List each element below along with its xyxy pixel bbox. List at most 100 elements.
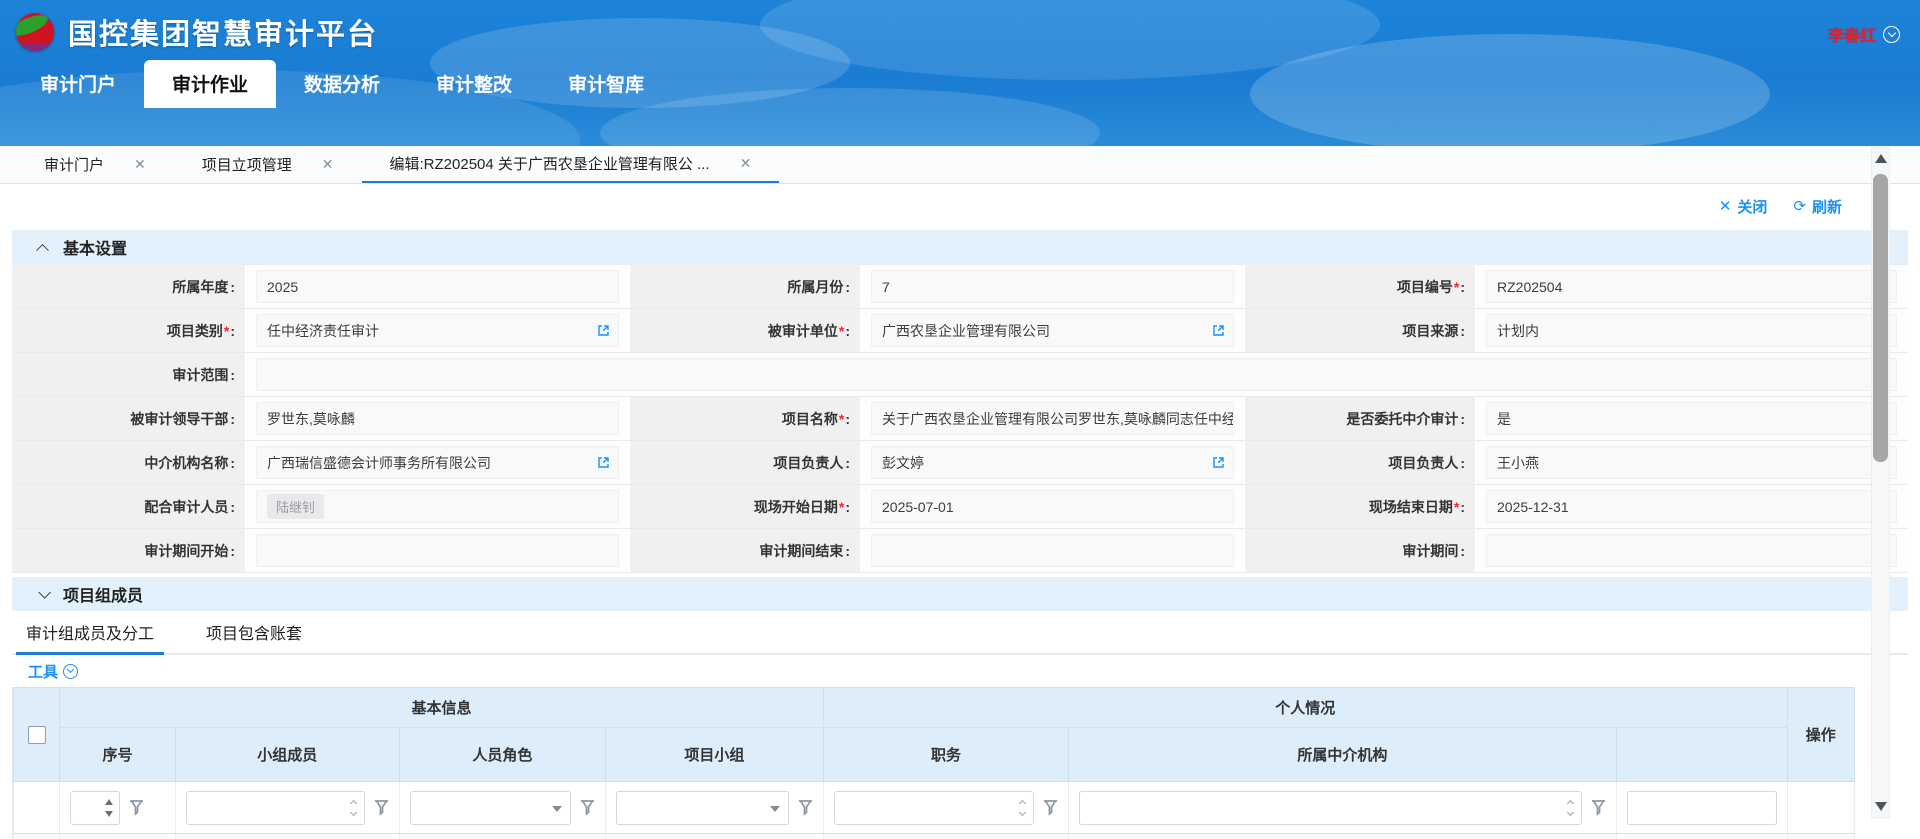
member-filter-combo[interactable] xyxy=(186,791,365,825)
nav-item-data-analysis[interactable]: 数据分析 xyxy=(276,60,408,108)
field-label: 被审计领导干部: xyxy=(12,397,247,440)
dropdown-arrow-icon[interactable] xyxy=(552,806,562,812)
month-field[interactable]: 7 xyxy=(871,270,1234,303)
filter-icon[interactable] xyxy=(798,800,813,816)
agency-filter-combo[interactable] xyxy=(1079,791,1582,825)
external-link-icon[interactable] xyxy=(1211,323,1226,341)
entrust-field[interactable]: 是 xyxy=(1486,402,1897,435)
seq-filter-input[interactable] xyxy=(70,791,120,825)
user-name[interactable]: 李春红 xyxy=(1828,22,1876,46)
audited-leaders-field[interactable]: 罗世东,莫咏麟 xyxy=(256,402,619,435)
cell-role: 中介机构人员 xyxy=(399,834,605,839)
team-filter-select[interactable] xyxy=(616,791,789,825)
collapse-icon[interactable] xyxy=(36,243,49,256)
chevron-down-icon[interactable] xyxy=(1883,26,1900,43)
period-start-field[interactable] xyxy=(256,534,619,567)
source-field[interactable]: 计划内 xyxy=(1486,314,1897,347)
close-button[interactable]: ✕ 关闭 xyxy=(1719,196,1768,217)
filter-icon[interactable] xyxy=(1591,800,1606,816)
cell-seq: 1 xyxy=(60,834,176,839)
close-label: 关闭 xyxy=(1737,196,1767,217)
title-bar: 国控集团智慧审计平台 李春红 xyxy=(0,0,1920,64)
scrollbar-down-icon[interactable] xyxy=(1875,802,1887,811)
filter-icon[interactable] xyxy=(129,800,144,816)
nav-item-audit-rectify[interactable]: 审计整改 xyxy=(408,60,540,108)
members-table: 基本信息 个人情况 操作 序号 小组成员 人员角色 项目小组 职务 所属中介机构 xyxy=(12,687,1908,839)
project-name-field[interactable]: 关于广西农垦企业管理有限公司罗世东,莫咏麟同志任中经 xyxy=(871,402,1234,435)
field-label: 配合审计人员: xyxy=(12,485,247,528)
expand-icon[interactable] xyxy=(38,586,51,599)
tab-edit-project[interactable]: 编辑:RZ202504 关于广西农垦企业管理有限公 ... ✕ xyxy=(362,146,780,183)
select-all-checkbox[interactable] xyxy=(28,726,46,744)
period-end-field[interactable] xyxy=(871,534,1234,567)
chevron-down-icon[interactable] xyxy=(63,664,78,679)
column-header-duty[interactable]: 职务 xyxy=(823,728,1068,782)
column-header-extra[interactable] xyxy=(1616,728,1787,782)
table-row[interactable]: 1 陆继钊 中介机构人员 任中经济责任审计组 广西瑞信盛德会计师事务所有限公司 … xyxy=(14,834,1855,839)
form-row: 项目类别*: 任中经济责任审计 被审计单位*: 广西农垦企业管理有限公司 项目来… xyxy=(12,309,1908,353)
section-title: 基本设置 xyxy=(63,235,127,259)
user-menu[interactable]: 李春红 xyxy=(1828,22,1900,46)
period-field[interactable] xyxy=(1486,534,1897,567)
dropdown-arrow-icon[interactable] xyxy=(770,806,780,812)
vertical-scrollbar[interactable] xyxy=(1871,147,1890,818)
tab-label: 项目立项管理 xyxy=(202,154,292,175)
column-header-agency[interactable]: 所属中介机构 xyxy=(1069,728,1617,782)
tab-project-ledgers[interactable]: 项目包含账套 xyxy=(206,611,302,653)
external-link-icon[interactable] xyxy=(596,323,611,341)
cell-member: 陆继钊 xyxy=(175,834,399,839)
extra-filter-input[interactable] xyxy=(1627,791,1777,825)
field-label: 项目负责人: xyxy=(1245,441,1477,484)
column-header-seq[interactable]: 序号 xyxy=(60,728,176,782)
close-icon[interactable]: ✕ xyxy=(740,155,752,172)
close-icon[interactable]: ✕ xyxy=(322,156,334,173)
tab-audit-portal[interactable]: 审计门户 ✕ xyxy=(16,146,174,183)
column-header-team[interactable]: 项目小组 xyxy=(605,728,823,782)
scope-field[interactable] xyxy=(256,358,1897,391)
filter-icon[interactable] xyxy=(374,800,389,816)
member-tag[interactable]: 陆继钊 xyxy=(267,494,324,519)
filter-icon[interactable] xyxy=(580,800,595,816)
close-icon[interactable]: ✕ xyxy=(134,156,146,173)
leader-field[interactable]: 彭文婷 xyxy=(871,446,1234,479)
main-nav: 审计门户 审计作业 数据分析 审计整改 审计智库 xyxy=(0,64,1920,108)
refresh-button[interactable]: ⟳ 刷新 xyxy=(1793,196,1842,217)
app-title: 国控集团智慧审计平台 xyxy=(68,11,378,53)
basic-settings-header[interactable]: 基本设置 xyxy=(12,230,1908,264)
cell-agency: 广西瑞信盛德会计师事务所有限公司 xyxy=(1069,834,1617,839)
spinner-down-icon[interactable] xyxy=(105,811,113,817)
basic-settings-form: 所属年度: 2025 所属月份: 7 项目编号*: RZ202504 项目类别*… xyxy=(12,264,1908,573)
intermediary-field[interactable]: 广西瑞信盛德会计师事务所有限公司 xyxy=(256,446,619,479)
workspace-tabstrip: 审计门户 ✕ 项目立项管理 ✕ 编辑:RZ202504 关于广西农垦企业管理有限… xyxy=(0,146,1920,184)
nav-item-audit-knowledge[interactable]: 审计智库 xyxy=(540,60,672,108)
column-header-role[interactable]: 人员角色 xyxy=(399,728,605,782)
duty-filter-combo[interactable] xyxy=(834,791,1034,825)
tools-menu[interactable]: 工具 xyxy=(28,661,58,682)
audited-unit-field[interactable]: 广西农垦企业管理有限公司 xyxy=(871,314,1234,347)
role-filter-select[interactable] xyxy=(410,791,571,825)
external-link-icon[interactable] xyxy=(1211,455,1226,473)
nav-item-audit-work[interactable]: 审计作业 xyxy=(144,60,276,108)
field-start-date[interactable]: 2025-07-01 xyxy=(871,490,1234,523)
assist-field[interactable]: 陆继钊 xyxy=(256,490,619,523)
column-header-member[interactable]: 小组成员 xyxy=(175,728,399,782)
field-label: 审计期间开始: xyxy=(12,529,247,572)
cell-duty xyxy=(823,834,1068,839)
scrollbar-thumb[interactable] xyxy=(1873,174,1888,462)
filter-icon[interactable] xyxy=(1043,800,1058,816)
category-field[interactable]: 任中经济责任审计 xyxy=(256,314,619,347)
spinner-up-icon[interactable] xyxy=(105,799,113,805)
tab-project-setup[interactable]: 项目立项管理 ✕ xyxy=(174,146,362,183)
members-section-header[interactable]: 项目组成员 xyxy=(12,577,1908,611)
select-all-cell xyxy=(14,688,60,782)
year-field[interactable]: 2025 xyxy=(256,270,619,303)
field-end-date[interactable]: 2025-12-31 xyxy=(1486,490,1897,523)
scrollbar-up-icon[interactable] xyxy=(1875,154,1887,163)
project-no-field[interactable]: RZ202504 xyxy=(1486,270,1897,303)
external-link-icon[interactable] xyxy=(596,455,611,473)
nav-item-audit-portal[interactable]: 审计门户 xyxy=(12,60,144,108)
leader2-field[interactable]: 王小燕 xyxy=(1486,446,1897,479)
tab-members-division[interactable]: 审计组成员及分工 xyxy=(26,611,154,653)
page-actions: ✕ 关闭 ⟳ 刷新 xyxy=(0,184,1920,228)
field-label: 现场结束日期*: xyxy=(1245,485,1477,528)
